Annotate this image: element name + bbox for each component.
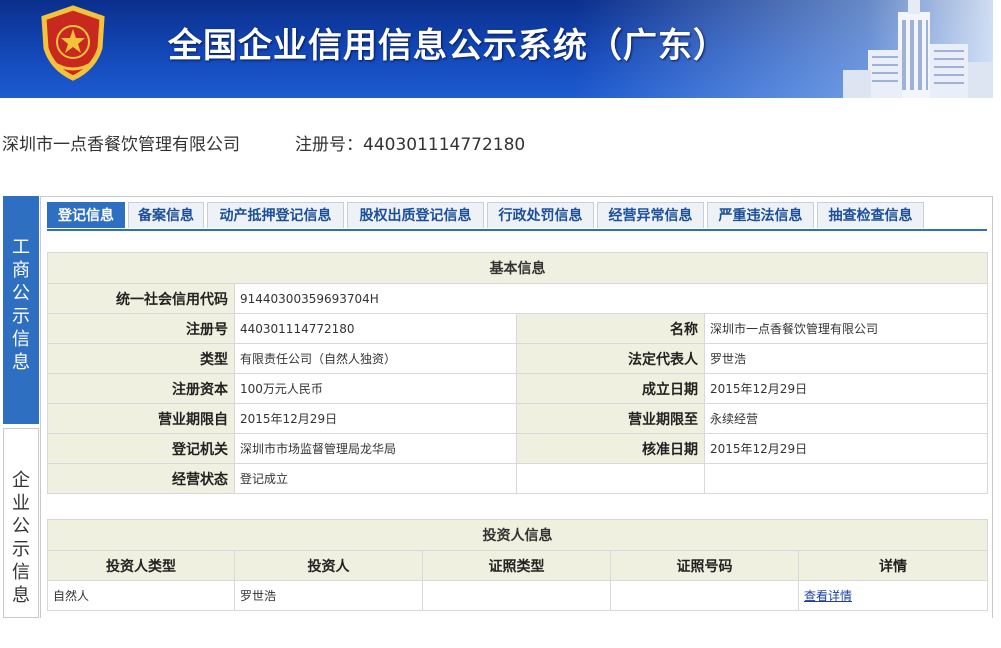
side-tab-business-public[interactable]: 工 商 公 示 信 息 bbox=[3, 196, 39, 424]
field-label: 名称 bbox=[516, 313, 705, 344]
table-row: 注册号 440301114772180 名称 深圳市一点香餐饮管理有限公司 bbox=[47, 313, 988, 344]
tab-chattel-mortgage[interactable]: 动产抵押登记信息 bbox=[207, 202, 344, 228]
field-label: 经营状态 bbox=[47, 463, 235, 494]
column-header: 投资人 bbox=[234, 550, 423, 581]
field-value: 2015年12月29日 bbox=[704, 373, 988, 404]
company-name: 深圳市一点香餐饮管理有限公司 bbox=[2, 135, 240, 155]
side-tab-char: 业 bbox=[12, 493, 30, 514]
table-row: 登记机关 深圳市市场监督管理局龙华局 核准日期 2015年12月29日 bbox=[47, 433, 988, 464]
header-banner: 全国企业信用信息公示系统（广东） bbox=[0, 0, 993, 98]
side-tab-enterprise-public[interactable]: 企 业 公 示 信 息 bbox=[3, 428, 39, 618]
field-label: 营业期限至 bbox=[516, 403, 705, 434]
field-label: 成立日期 bbox=[516, 373, 705, 404]
field-value: 永续经营 bbox=[704, 403, 988, 434]
side-tab-char: 公 bbox=[12, 283, 30, 304]
field-value: 罗世浩 bbox=[704, 343, 988, 374]
table-row: 类型 有限责任公司（自然人独资） 法定代表人 罗世浩 bbox=[47, 343, 988, 374]
field-value: 深圳市一点香餐饮管理有限公司 bbox=[704, 313, 988, 344]
column-header: 证照号码 bbox=[610, 550, 799, 581]
field-value: 深圳市市场监督管理局龙华局 bbox=[234, 433, 517, 464]
registration-number: 注册号：440301114772180 bbox=[295, 135, 526, 155]
basic-info-table: 基本信息 统一社会信用代码 91440300359693704H 注册号 440… bbox=[47, 252, 988, 494]
field-label: 登记机关 bbox=[47, 433, 235, 464]
field-value: 有限责任公司（自然人独资） bbox=[234, 343, 517, 374]
field-label: 注册号 bbox=[47, 313, 235, 344]
company-header: 深圳市一点香餐饮管理有限公司 注册号：440301114772180 bbox=[2, 130, 525, 155]
id-type-cell bbox=[422, 580, 611, 611]
column-header: 证照类型 bbox=[422, 550, 611, 581]
banner-title: 全国企业信用信息公示系统（广东） bbox=[168, 26, 728, 66]
building-graphic-icon bbox=[843, 0, 993, 98]
field-label: 注册资本 bbox=[47, 373, 235, 404]
field-value: 2015年12月29日 bbox=[704, 433, 988, 464]
tab-admin-penalty[interactable]: 行政处罚信息 bbox=[487, 202, 594, 228]
column-header: 投资人类型 bbox=[47, 550, 235, 581]
detail-cell: 查看详情 bbox=[797, 580, 989, 611]
side-tab-char: 信 bbox=[12, 562, 30, 583]
field-value bbox=[704, 463, 988, 494]
table-row: 经营状态 登记成立 bbox=[47, 463, 988, 494]
side-tab-char: 息 bbox=[12, 585, 30, 606]
field-label: 统一社会信用代码 bbox=[47, 283, 235, 314]
field-label: 法定代表人 bbox=[516, 343, 705, 374]
id-number-cell bbox=[610, 580, 799, 611]
field-label: 核准日期 bbox=[516, 433, 705, 464]
tab-underline bbox=[47, 229, 987, 231]
investor-name-cell: 罗世浩 bbox=[234, 580, 423, 611]
view-details-link[interactable]: 查看详情 bbox=[804, 589, 852, 603]
table-row: 自然人 罗世浩 查看详情 bbox=[47, 580, 989, 611]
side-tab-char: 息 bbox=[12, 352, 30, 373]
side-tab-char: 公 bbox=[12, 516, 30, 537]
tab-abnormal-operation[interactable]: 经营异常信息 bbox=[597, 202, 704, 228]
tab-serious-violation[interactable]: 严重违法信息 bbox=[707, 202, 814, 228]
side-tab-char: 示 bbox=[12, 539, 30, 560]
field-value: 登记成立 bbox=[234, 463, 517, 494]
tab-spot-check[interactable]: 抽查检查信息 bbox=[817, 202, 924, 228]
national-emblem-icon bbox=[41, 5, 105, 81]
table-row: 营业期限自 2015年12月29日 营业期限至 永续经营 bbox=[47, 403, 988, 434]
tab-equity-pledge[interactable]: 股权出质登记信息 bbox=[347, 202, 484, 228]
tab-filing[interactable]: 备案信息 bbox=[128, 202, 204, 228]
field-value: 100万元人民币 bbox=[234, 373, 517, 404]
table-row: 注册资本 100万元人民币 成立日期 2015年12月29日 bbox=[47, 373, 988, 404]
side-tab-char: 企 bbox=[12, 470, 30, 491]
side-tab-char: 信 bbox=[12, 329, 30, 350]
field-value: 440301114772180 bbox=[234, 313, 517, 344]
investor-info-table: 投资人信息 投资人类型 投资人 证照类型 证照号码 详情 自然人 罗世浩 查看详… bbox=[46, 519, 989, 611]
column-header: 详情 bbox=[797, 550, 989, 581]
side-tab-char: 工 bbox=[12, 237, 30, 258]
basic-info-caption: 基本信息 bbox=[47, 252, 988, 284]
field-label: 类型 bbox=[47, 343, 235, 374]
side-tab-char: 商 bbox=[12, 260, 30, 281]
field-label bbox=[516, 463, 705, 494]
table-header-row: 投资人类型 投资人 证照类型 证照号码 详情 bbox=[47, 550, 989, 581]
field-value: 91440300359693704H bbox=[234, 283, 988, 314]
investor-type-cell: 自然人 bbox=[47, 580, 235, 611]
field-value: 2015年12月29日 bbox=[234, 403, 517, 434]
field-label: 营业期限自 bbox=[47, 403, 235, 434]
investor-info-caption: 投资人信息 bbox=[46, 519, 989, 551]
table-row: 统一社会信用代码 91440300359693704H bbox=[47, 283, 988, 314]
tab-registration[interactable]: 登记信息 bbox=[47, 202, 125, 228]
side-tab-char: 示 bbox=[12, 306, 30, 327]
